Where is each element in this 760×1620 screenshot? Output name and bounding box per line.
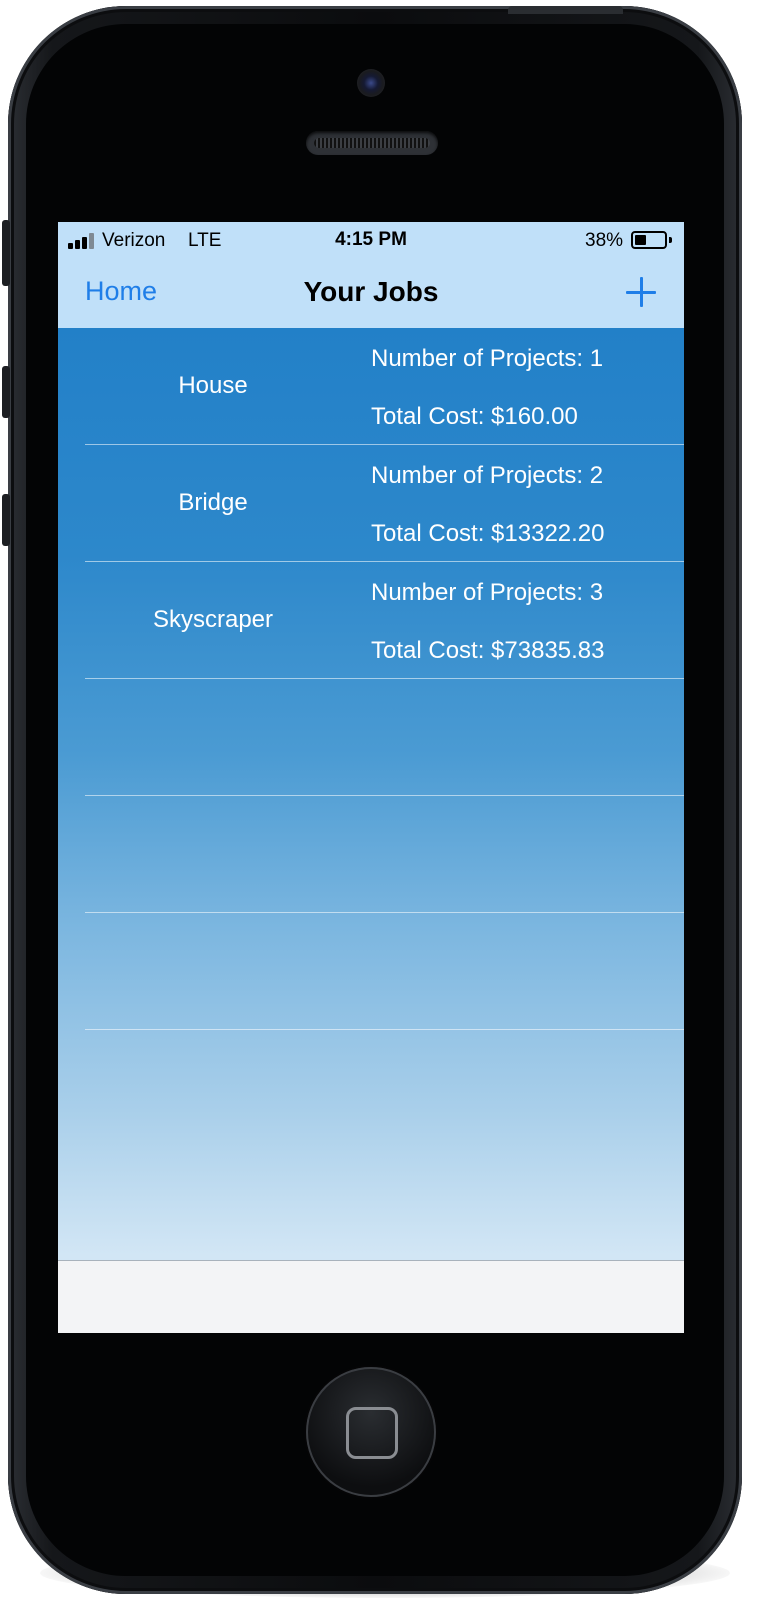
job-row[interactable]: Bridge Number of Projects: 2 Total Cost:… — [85, 445, 684, 562]
job-project-count: Number of Projects: 1 — [371, 345, 604, 372]
job-list: House Number of Projects: 1 Total Cost: … — [58, 328, 684, 1030]
empty-row — [85, 913, 684, 1030]
battery-tip — [669, 237, 672, 243]
job-project-count: Number of Projects: 3 — [371, 579, 604, 606]
job-name: Bridge — [178, 489, 248, 516]
earpiece-speaker — [306, 131, 438, 155]
job-total-cost: Total Cost: $73835.83 — [371, 637, 605, 664]
home-button[interactable] — [306, 1367, 436, 1497]
volume-down-button — [2, 494, 10, 546]
job-row[interactable]: Skyscraper Number of Projects: 3 Total C… — [85, 562, 684, 679]
bottom-toolbar — [58, 1260, 684, 1333]
status-bar: Verizon LTE 4:15 PM 38% — [58, 222, 684, 262]
plus-icon[interactable] — [624, 275, 660, 311]
job-name: Skyscraper — [152, 606, 274, 633]
volume-up-button — [2, 366, 10, 418]
job-row[interactable]: House Number of Projects: 1 Total Cost: … — [85, 328, 684, 445]
battery-icon — [631, 231, 667, 249]
job-total-cost: Total Cost: $13322.20 — [371, 520, 605, 547]
empty-row — [85, 796, 684, 913]
job-total-cost: Total Cost: $160.00 — [371, 403, 578, 430]
page-title: Your Jobs — [303, 276, 439, 307]
battery-fill — [635, 235, 646, 245]
battery-percent: 38% — [585, 230, 624, 251]
screen: Verizon LTE 4:15 PM 38% Home Your Jobs H… — [58, 222, 684, 1333]
navigation-bar: Home Your Jobs — [58, 262, 684, 328]
mute-switch — [2, 220, 10, 286]
front-camera — [357, 69, 385, 97]
job-name: House — [178, 372, 248, 399]
power-button — [508, 6, 623, 14]
empty-row — [85, 679, 684, 796]
job-project-count: Number of Projects: 2 — [371, 462, 604, 489]
home-button-icon — [346, 1407, 398, 1459]
